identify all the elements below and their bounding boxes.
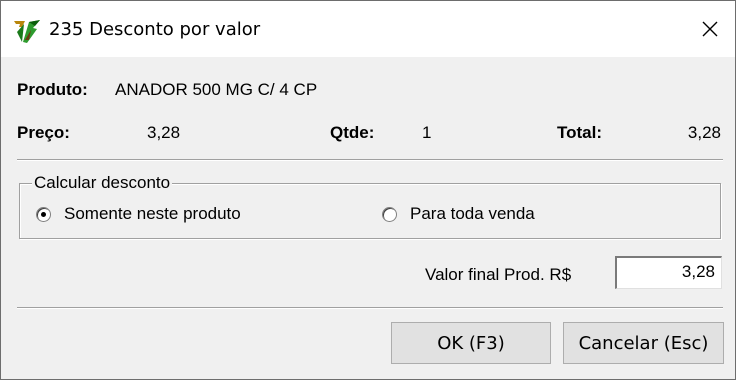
discount-dialog: 235 Desconto por valor Produto: ANADOR 5…: [0, 0, 736, 380]
qty-label: Qtde:: [330, 123, 375, 142]
close-icon: [702, 21, 718, 37]
radio-only-this-product[interactable]: [36, 207, 51, 222]
radio-whole-sale[interactable]: [382, 207, 397, 222]
radio-label-whole-sale[interactable]: Para toda venda: [410, 204, 535, 224]
price-label: Preço:: [17, 123, 70, 142]
radio-label-only-this-product[interactable]: Somente neste produto: [64, 204, 241, 224]
final-value-label: Valor final Prod. R$: [425, 265, 572, 284]
divider-bottom: [17, 307, 723, 309]
cancel-button[interactable]: Cancelar (Esc): [563, 322, 724, 364]
window-title: 235 Desconto por valor: [49, 19, 261, 40]
qty-value: 1: [422, 123, 432, 142]
ok-button[interactable]: OK (F3): [391, 322, 551, 364]
close-button[interactable]: [685, 1, 735, 57]
radio-selected-dot: [41, 212, 46, 217]
product-label: Produto:: [17, 80, 88, 99]
title-bar[interactable]: 235 Desconto por valor: [1, 1, 735, 57]
discount-mode-group: Calcular desconto Somente neste produto …: [19, 173, 721, 239]
final-value-input[interactable]: 3,28: [615, 256, 722, 289]
discount-group-legend: Calcular desconto: [32, 173, 173, 193]
divider-top: [17, 159, 723, 161]
price-value: 3,28: [147, 123, 181, 142]
total-value: 3,28: [687, 123, 721, 142]
product-name: ANADOR 500 MG C/ 4 CP: [115, 80, 318, 99]
total-label: Total:: [557, 123, 603, 142]
app-logo-icon: [14, 20, 40, 43]
